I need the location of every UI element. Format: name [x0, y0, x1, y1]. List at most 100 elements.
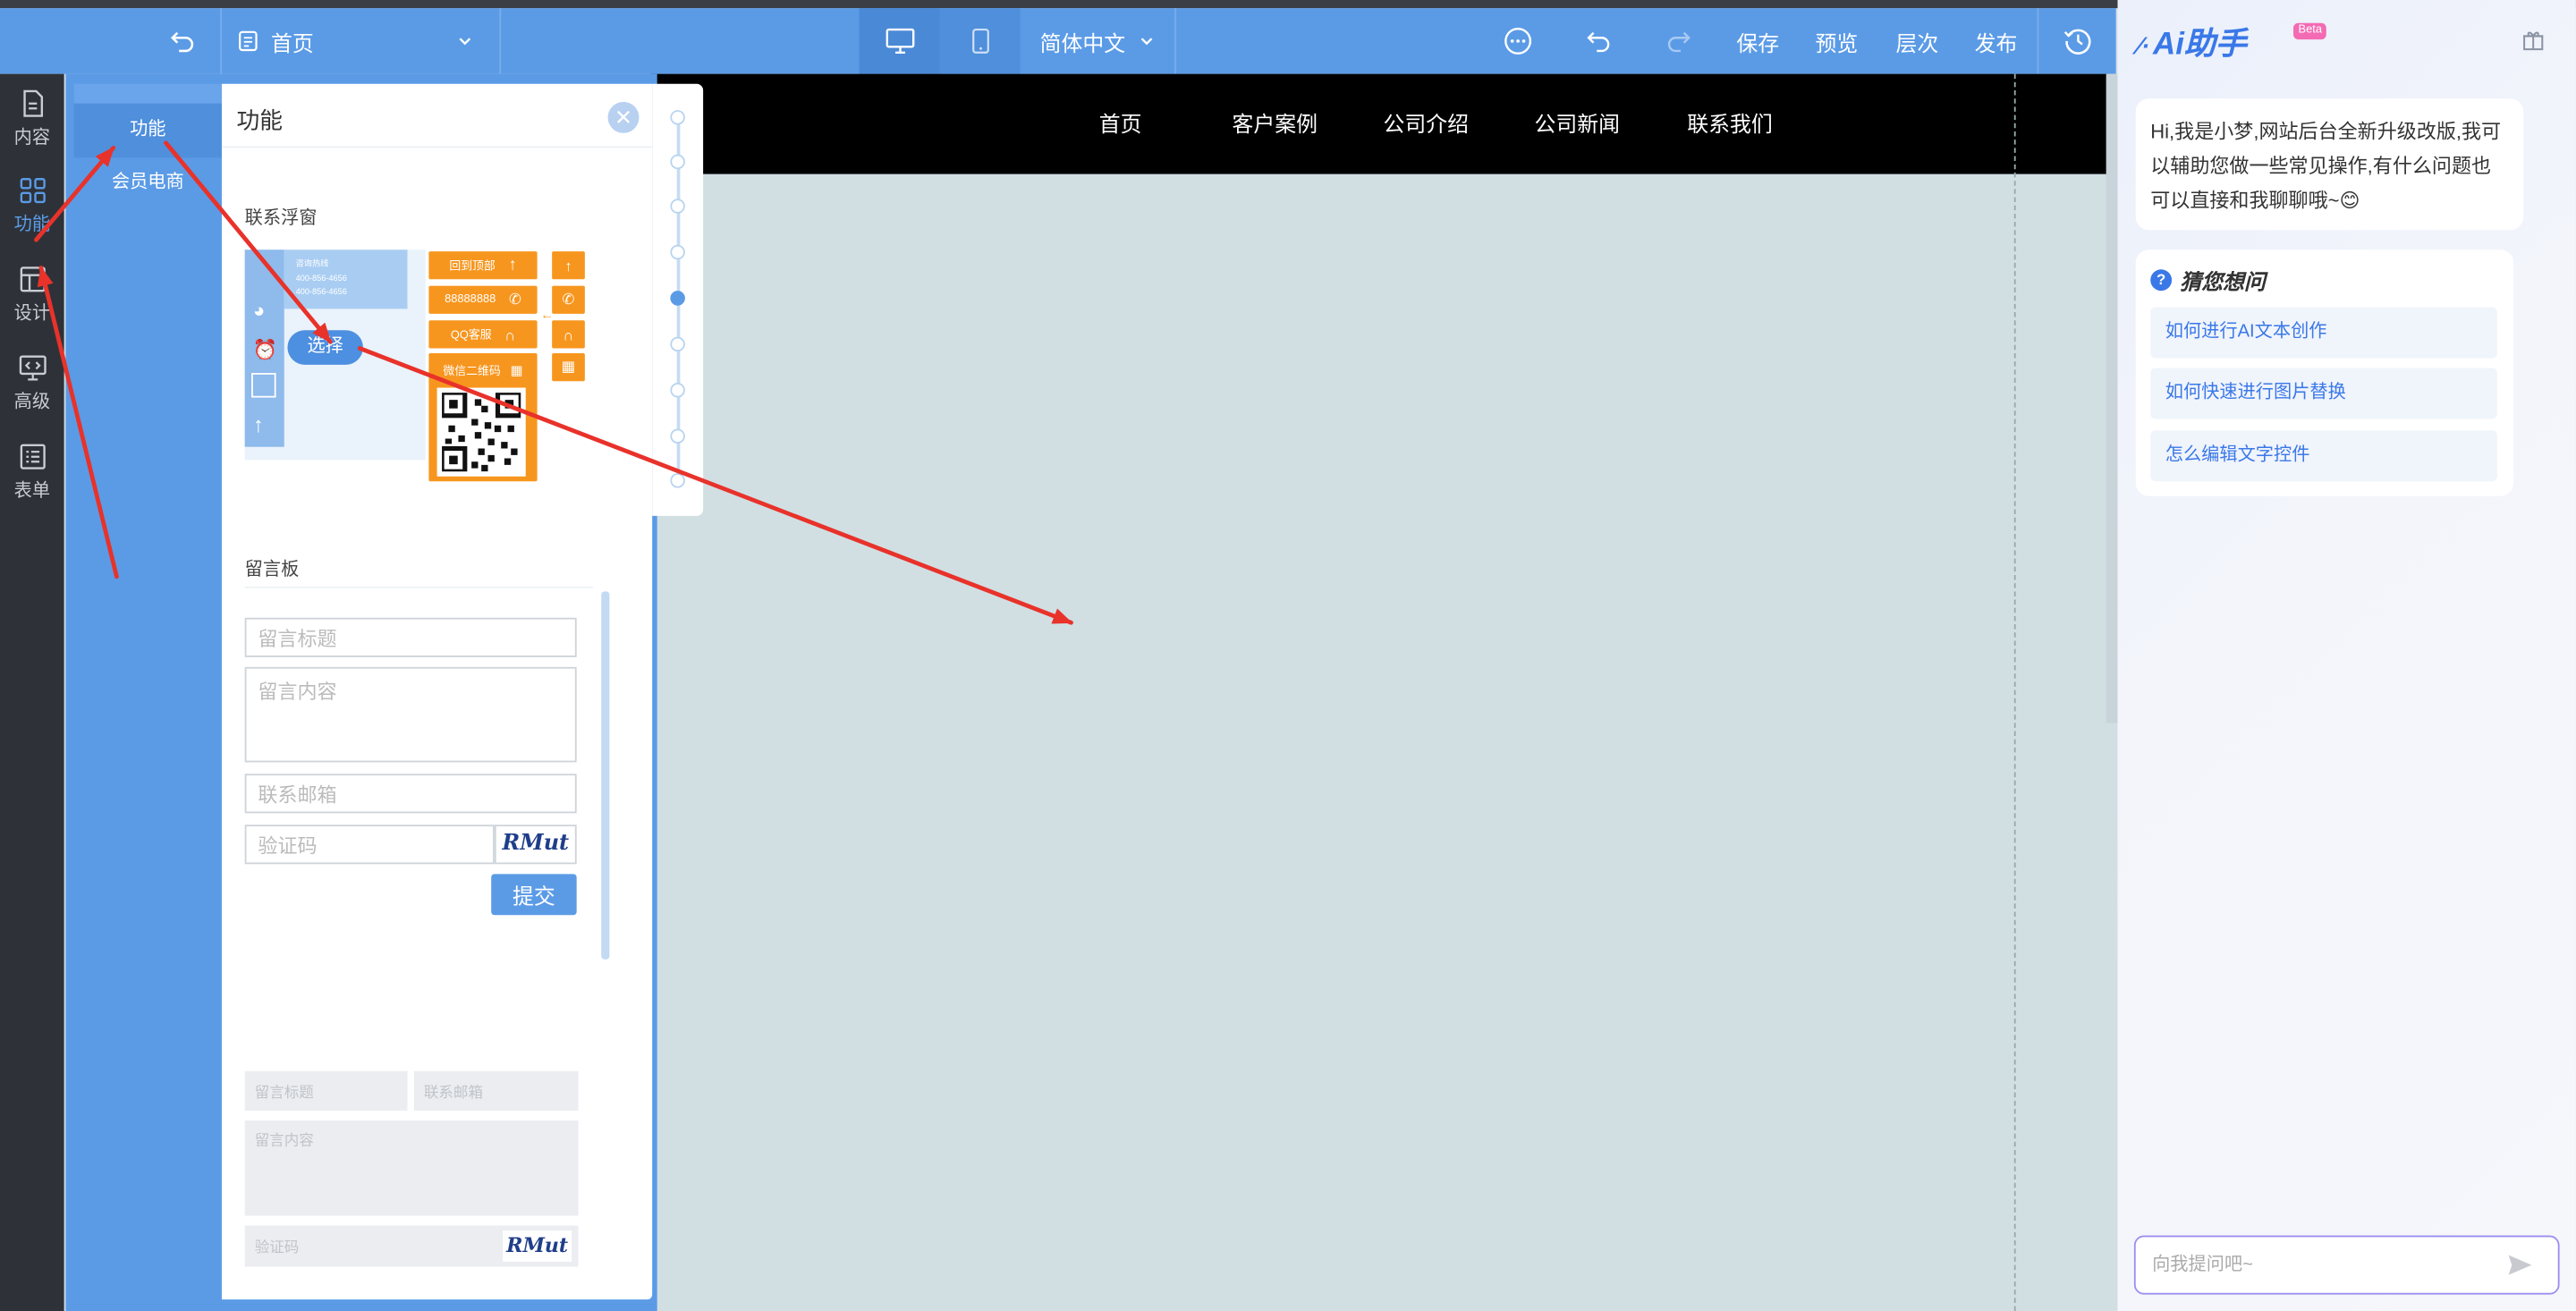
left-sidebar: 内容 功能 设计 高级 表单: [0, 73, 64, 1311]
sparkle-icon: ⁄·: [2137, 32, 2150, 61]
nav-link-about[interactable]: 公司介绍: [1384, 74, 1470, 174]
beta-badge: Beta: [2293, 22, 2327, 40]
sidebar-item-content[interactable]: 内容: [0, 77, 64, 159]
nav-link-contact[interactable]: 联系我们: [1687, 74, 1773, 174]
float-phone-btn: 88888888 ✆: [428, 285, 538, 314]
language-selector[interactable]: 简体中文: [1031, 8, 1163, 73]
scroll-dot[interactable]: [670, 473, 685, 488]
code-monitor-icon: [18, 354, 46, 380]
chevron-down-icon: [459, 38, 471, 46]
preview-button[interactable]: 预览: [1807, 8, 1866, 73]
float-btn-label: 微信二维码: [443, 366, 501, 378]
more-options-icon[interactable]: [1487, 8, 1549, 73]
page-icon: [239, 30, 258, 52]
scroll-dot[interactable]: [670, 110, 685, 125]
send-icon[interactable]: [2507, 1254, 2533, 1285]
desktop-icon: [885, 28, 914, 54]
float-qq-btn: QQ客服 ∩: [428, 320, 538, 349]
layout-icon: [19, 266, 45, 292]
float-phone-box: 咨询热线 400-856-4656 400-856-4656: [284, 250, 408, 309]
sidebar-item-functions[interactable]: 功能: [0, 165, 64, 247]
list-icon: [19, 443, 45, 469]
board-submit-button: 提交: [491, 874, 577, 916]
redo-icon[interactable]: [1651, 8, 1707, 73]
section-title-float: 联系浮窗: [244, 208, 318, 229]
select-button[interactable]: 选择: [287, 330, 363, 365]
board-title-field: 留言标题: [244, 617, 577, 657]
suggested-title: ? 猜您想问: [2150, 265, 2266, 296]
sidebar-item-advanced[interactable]: 高级: [0, 342, 64, 424]
page-selector[interactable]: 首页: [236, 8, 483, 73]
scroll-dot[interactable]: [670, 336, 685, 352]
arrow-left-icon: ←: [540, 307, 554, 323]
sidebar-item-label: 表单: [13, 480, 51, 501]
phone-icon: ✆: [509, 291, 521, 308]
board-captcha-field: 验证码: [244, 825, 495, 865]
qrcode-icon: [251, 373, 276, 398]
nav-link-home[interactable]: 首页: [1099, 74, 1142, 174]
page-select-label: 首页: [271, 30, 314, 55]
arrow-up-icon: ↑: [552, 251, 585, 280]
float-back-top: 回到顶部 ↑: [428, 251, 538, 280]
message-board-preview[interactable]: 留言标题 留言内容 联系邮箱 验证码 RMut 提交: [244, 613, 580, 921]
alarm-icon: ⏰: [252, 338, 278, 362]
sidebar-item-label: 内容: [13, 127, 51, 148]
mobile-view-button[interactable]: [940, 8, 1021, 73]
gift-icon[interactable]: [2521, 28, 2545, 59]
float-btn-label: 88888888: [445, 293, 496, 306]
scroll-dot[interactable]: [670, 154, 685, 170]
undo-icon[interactable]: [1571, 8, 1626, 73]
scroll-dot[interactable]: [670, 428, 685, 444]
float-phone-name: 咨询热线: [295, 259, 329, 270]
float-phone-2: 400-856-4656: [295, 287, 347, 298]
message-board-preview-2[interactable]: 留言标题 联系邮箱 留言内容 验证码 RMut: [244, 1070, 580, 1275]
layers-button[interactable]: 层次: [1887, 8, 1946, 73]
sidebar-item-design[interactable]: 设计: [0, 253, 64, 335]
nav-link-cases[interactable]: 客户案例: [1233, 74, 1318, 174]
nav-link-news[interactable]: 公司新闻: [1534, 74, 1620, 174]
headset-icon: ∩: [504, 326, 516, 343]
save-button[interactable]: 保存: [1728, 8, 1787, 73]
desktop-view-button[interactable]: [859, 8, 940, 74]
sidebar-item-label: 功能: [13, 214, 51, 234]
editor-canvas[interactable]: [650, 173, 2108, 1311]
float-wechat-btn: 微信二维码 ▦: [428, 352, 538, 482]
question-icon: ?: [2150, 269, 2173, 292]
float-phone-1: 400-856-4656: [295, 273, 347, 283]
board2-content-field: 留言内容: [244, 1120, 579, 1216]
ai-chat-input[interactable]: 向我提问吧~: [2133, 1235, 2560, 1295]
close-icon[interactable]: ✕: [607, 101, 640, 133]
widget-scroll-indicator[interactable]: [652, 83, 704, 516]
suggestion-item[interactable]: 怎么编辑文字控件: [2150, 430, 2497, 482]
suggestion-item[interactable]: 如何快速进行图片替换: [2150, 368, 2497, 419]
scroll-dot-active[interactable]: [670, 291, 685, 306]
tab-member-ecommerce[interactable]: 会员电商: [74, 156, 222, 211]
canvas-guide-line: [2013, 73, 2016, 1311]
ai-assistant-panel: ⁄· Ai助手 Beta Hi,我是小梦,网站后台全新升级改版,我可以辅助您做一些…: [2117, 0, 2576, 1311]
back-icon[interactable]: [157, 8, 207, 73]
sidebar-item-label: 设计: [13, 302, 51, 323]
top-toolbar: 首页 简体中文 保存 预览 层次 发布: [0, 8, 2116, 74]
ai-greeting-message: Hi,我是小梦,网站后台全新升级改版,我可以辅助您做一些常见操作,有什么问题也可…: [2135, 98, 2524, 231]
chevron-down-icon: [1140, 38, 1153, 46]
suggested-title-text: 猜您想问: [2180, 269, 2266, 294]
site-navbar: 首页 客户案例 公司介绍 公司新闻 联系我们: [650, 73, 2108, 174]
category-tabs: 功能 会员电商: [73, 83, 222, 1300]
captcha-image: RMut: [503, 1230, 572, 1262]
scroll-dot[interactable]: [670, 383, 685, 398]
tab-functions[interactable]: 功能: [73, 103, 222, 158]
sidebar-item-forms[interactable]: 表单: [0, 430, 64, 512]
publish-button[interactable]: 发布: [1967, 8, 2026, 73]
panel-title: 功能: [236, 106, 283, 133]
widget-list-scrollbar[interactable]: [601, 591, 610, 960]
canvas-scrollbar[interactable]: [2106, 73, 2118, 723]
suggestion-item[interactable]: 如何进行AI文本创作: [2150, 307, 2497, 359]
board-content-field: 留言内容: [244, 666, 577, 763]
board-email-field: 联系邮箱: [244, 774, 577, 814]
scroll-dot[interactable]: [670, 199, 685, 214]
history-icon[interactable]: [2050, 8, 2106, 73]
board2-title-field: 留言标题: [244, 1070, 408, 1111]
float-btn-label: 回到顶部: [449, 260, 496, 273]
scroll-dot[interactable]: [670, 244, 685, 260]
headset-icon: ∩: [552, 320, 585, 349]
